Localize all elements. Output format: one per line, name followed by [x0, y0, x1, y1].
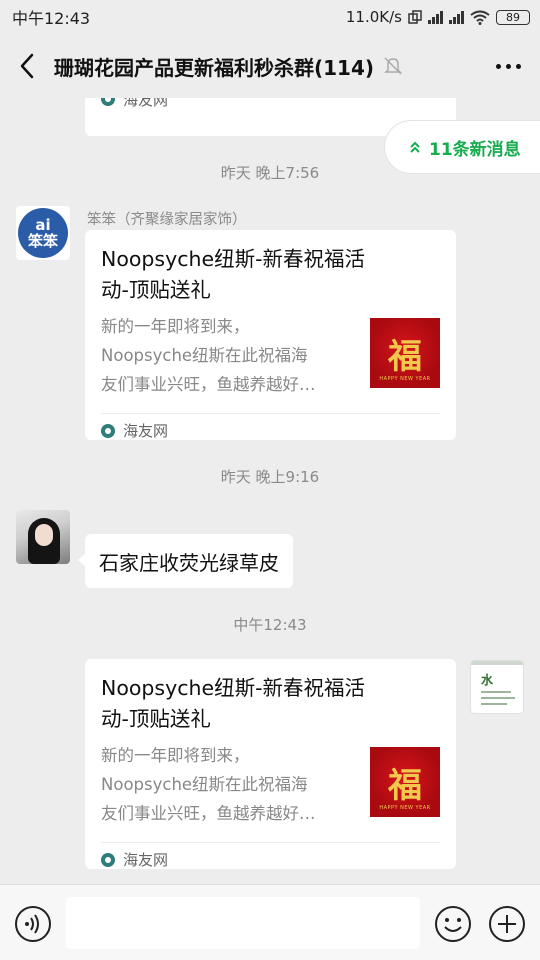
card-source: 海友网: [101, 842, 440, 876]
timestamp: 昨天 晚上9:16: [220, 468, 320, 486]
message-input[interactable]: [66, 897, 420, 949]
article-card[interactable]: Noopsyche纽斯-新春祝福活 动-顶贴送礼 新的一年即将到来， Noops…: [85, 659, 456, 869]
status-time: 中午12:43: [12, 9, 91, 28]
sender-name: 笨笨（齐聚缘家居家饰）: [87, 212, 247, 228]
card-title: Noopsyche纽斯-新春祝福活 动-顶贴送礼: [101, 247, 366, 302]
card-source: 海友网: [101, 98, 440, 116]
card-description: 新的一年即将到来， Noopsyche纽斯在此祝福海 友们事业兴旺，鱼越养越好…: [101, 746, 316, 823]
mute-icon: [384, 57, 402, 75]
card-thumbnail: 福 HAPPY NEW YEAR: [370, 318, 440, 388]
timestamp: 中午12:43: [233, 616, 307, 634]
avatar[interactable]: ai 笨笨: [16, 206, 70, 260]
text-message[interactable]: 石家庄收荧光绿草皮: [78, 534, 293, 588]
more-icon[interactable]: [488, 51, 528, 81]
card-description: 新的一年即将到来， Noopsyche纽斯在此祝福海 友们事业兴旺，鱼越养越好…: [101, 317, 316, 394]
input-bar: [0, 884, 540, 960]
avatar[interactable]: [16, 510, 70, 564]
status-indicators: 11.0K/s 89: [346, 8, 530, 26]
card-title: Noopsyche纽斯-新春祝福活 动-顶贴送礼: [101, 676, 366, 731]
signal-icon-1: [428, 10, 443, 24]
net-speed: 11.0K/s: [345, 8, 402, 26]
back-icon[interactable]: [12, 51, 42, 81]
chat-area[interactable]: 海友网 昨天 晚上7:56 ai 笨笨 笨笨（齐聚缘家居家饰） Noopsyche…: [0, 98, 540, 884]
battery-icon: 89: [496, 9, 530, 25]
chevron-up-icon: [410, 141, 420, 153]
voice-icon[interactable]: [14, 905, 52, 943]
site-icon: [101, 852, 115, 867]
sender-avatar-preview[interactable]: 水: [470, 660, 524, 714]
new-messages-button[interactable]: 11条新消息: [384, 120, 540, 174]
card-thumbnail: 福 HAPPY NEW YEAR: [370, 747, 440, 817]
title-bar: 珊瑚花园产品更新福利秒杀群(114): [0, 34, 540, 98]
signal-icon-2: [449, 10, 464, 24]
copy-icon: [408, 10, 422, 24]
chat-title: 珊瑚花园产品更新福利秒杀群(114): [54, 55, 375, 80]
status-bar: 中午12:43 11.0K/s 89: [0, 0, 540, 34]
article-card[interactable]: Noopsyche纽斯-新春祝福活 动-顶贴送礼 新的一年即将到来， Noops…: [85, 230, 456, 440]
emoji-icon[interactable]: [434, 905, 472, 943]
plus-icon[interactable]: [488, 905, 526, 943]
card-source: 海友网: [101, 413, 440, 447]
site-icon: [101, 98, 115, 106]
wifi-icon: [470, 10, 490, 25]
new-messages-label: 11条新消息: [429, 139, 521, 160]
site-icon: [101, 423, 115, 438]
